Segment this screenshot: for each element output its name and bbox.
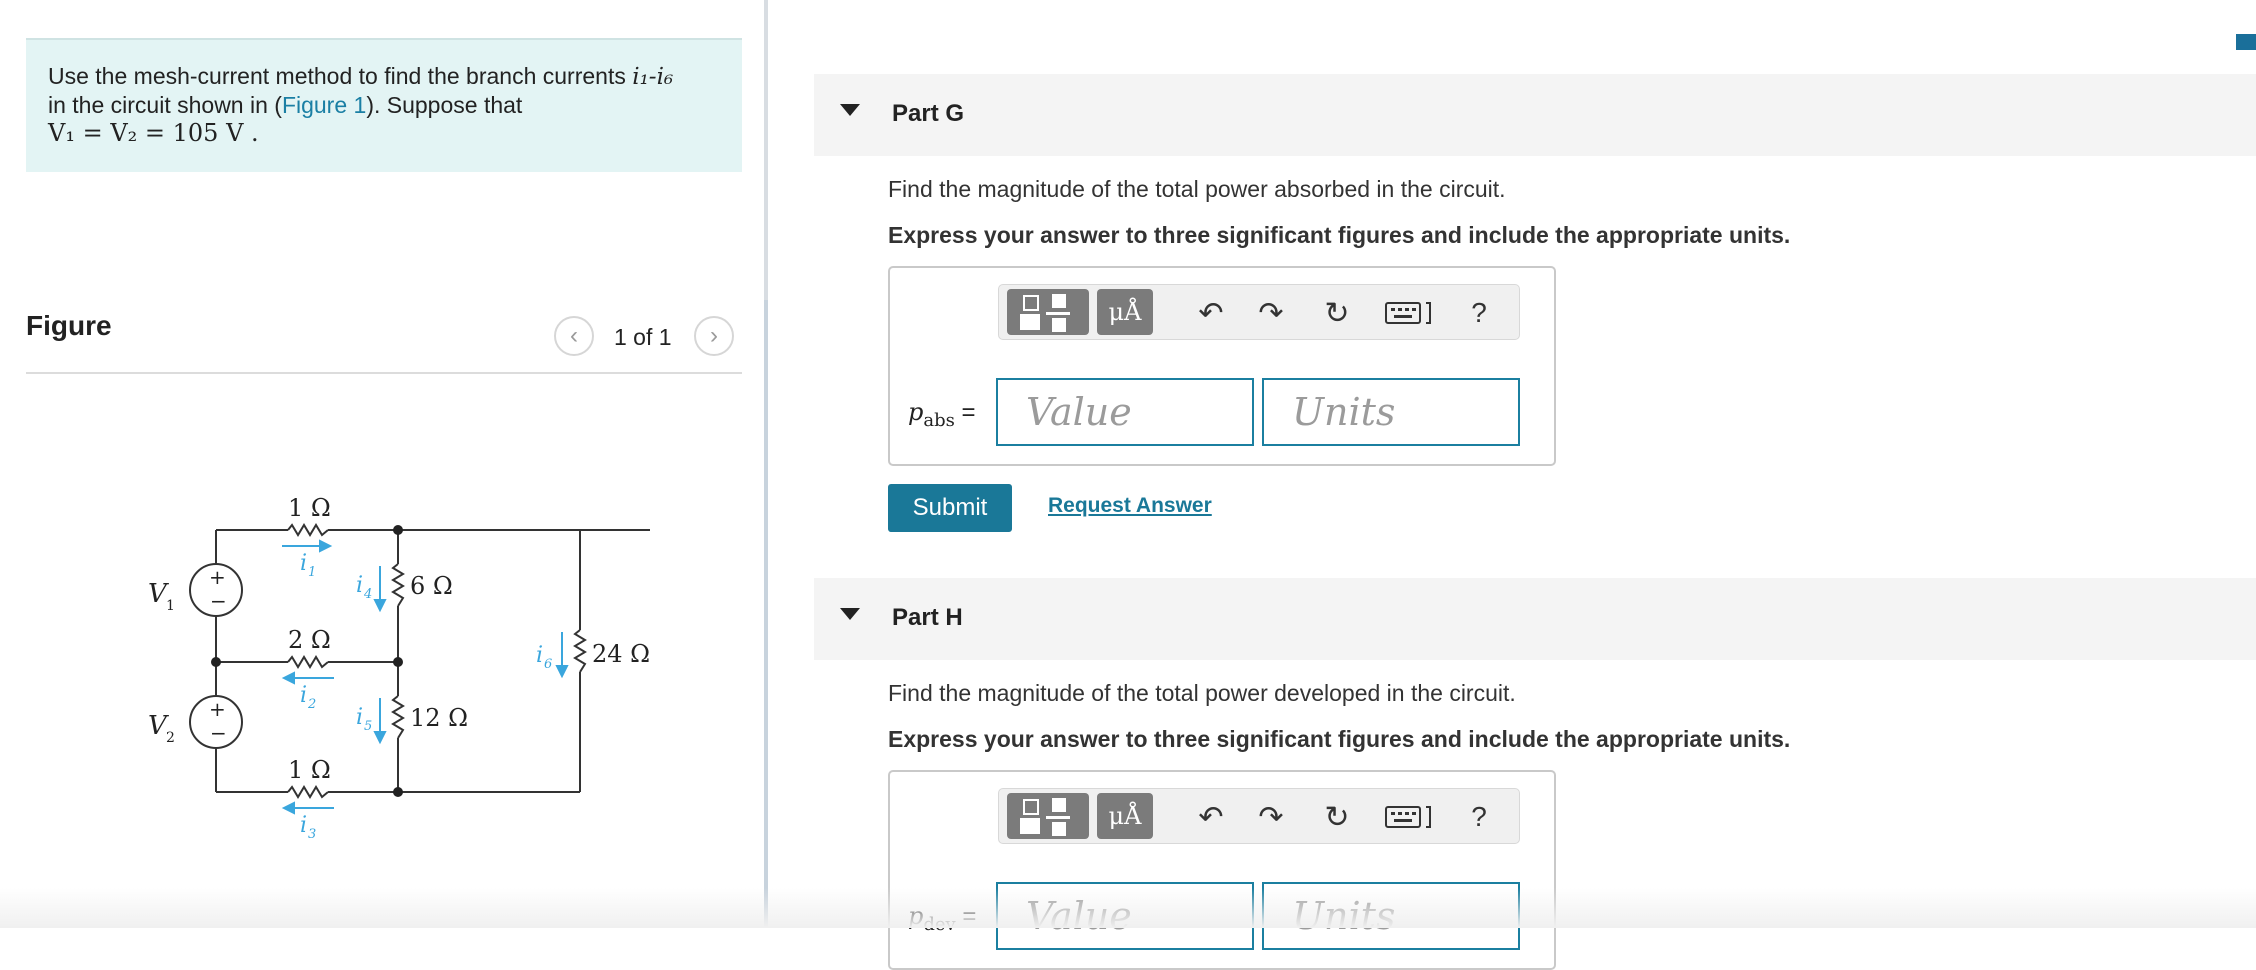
part-g-request-answer-link[interactable]: Request Answer [1048,494,1212,518]
part-g-header[interactable]: Part G [814,74,2256,156]
label-i5-sub: 5 [364,719,372,734]
part-g-var-sub: abs [923,409,955,431]
resistor-r3 [287,785,329,799]
label-v1-sub: 1 [166,598,175,614]
label-i6-sub: 6 [544,657,552,672]
v1-minus-sign: − [210,589,227,613]
keyboard-icon[interactable] [1379,797,1439,837]
help-icon[interactable]: ? [1459,797,1499,837]
label-i3: i [300,813,307,838]
problem-line-2: in the circuit shown in (Figure 1). Supp… [48,91,720,119]
label-i1: i [300,551,307,576]
label-i1-sub: 1 [308,565,316,580]
label-r2: 2 Ω [288,626,331,654]
part-g-equals: = [961,399,976,426]
label-v2-sub: 2 [166,730,175,746]
figure-next-button[interactable]: › [694,316,734,356]
problem-condition: V₁ = V₂ = 105 V . [48,119,259,147]
label-r3: 1 Ω [288,756,331,784]
currents-range: i₁-i₆ [632,64,674,90]
part-g-answer-box: μÅ ↶ ↷ ↻ ? pabs = Value Units [888,266,1556,466]
v1-plus-sign: + [209,565,226,589]
circuit-wires [215,529,650,793]
label-i4: i [356,573,363,598]
part-g-var: p [908,398,924,426]
panel-divider-accent [764,300,768,928]
problem-text-2: in the circuit shown in ( [48,92,282,118]
part-h-title: Part H [892,604,963,631]
units-button[interactable]: μÅ [1097,289,1153,335]
label-i4-sub: 4 [363,587,372,602]
chevron-right-icon: › [710,322,718,349]
templates-icon [1020,294,1070,332]
caret-down-icon [840,608,860,620]
part-g-instruction: Express your answer to three significant… [888,222,1791,248]
help-icon[interactable]: ? [1459,293,1499,333]
label-r4: 6 Ω [410,572,453,600]
redo-icon[interactable]: ↷ [1251,797,1291,837]
keyboard-glyph [1385,302,1431,324]
reset-icon[interactable]: ↻ [1317,797,1357,837]
part-g-variable-label: pabs = [908,398,976,431]
label-i2: i [300,683,307,708]
part-h-answer-box: μÅ ↶ ↷ ↻ ? pdev = Value Units [888,770,1556,970]
templates-button[interactable] [1007,289,1089,335]
chevron-left-icon: ‹ [570,322,578,349]
templates-button[interactable] [1007,793,1089,839]
label-r6: 24 Ω [592,640,650,668]
label-r1: 1 Ω [288,494,331,522]
resistor-r2 [287,655,329,669]
problem-text: Use the mesh-current method to find the … [48,63,633,89]
label-i3-sub: 3 [308,827,316,842]
caret-down-icon [840,104,860,116]
circuit-diagram: 1 Ω 2 Ω 1 Ω 6 Ω 12 Ω 24 Ω V 1 V 2 + − + … [148,494,650,842]
part-h-header[interactable]: Part H [814,578,2256,660]
problem-statement: Use the mesh-current method to find the … [26,38,742,172]
bottom-shade [0,888,2256,928]
label-r5: 12 Ω [410,704,468,732]
undo-icon[interactable]: ↶ [1191,797,1231,837]
figure-title: Figure [26,310,112,341]
problem-line-1: Use the mesh-current method to find the … [48,62,720,91]
left-panel: Use the mesh-current method to find the … [0,0,764,928]
v2-minus-sign: − [210,721,227,745]
undo-icon[interactable]: ↶ [1191,293,1231,333]
templates-icon [1020,798,1070,836]
resistor-r5 [391,695,405,739]
part-g-submit-button[interactable]: Submit [888,484,1012,532]
problem-text-3: ). Suppose that [366,92,523,118]
resistor-r4 [391,563,405,607]
label-i2-sub: 2 [307,697,316,712]
bookmark-icon[interactable] [2236,34,2256,50]
part-g-toolbar: μÅ ↶ ↷ ↻ ? [998,284,1520,340]
label-i6: i [536,643,543,668]
figure-prev-button[interactable]: ‹ [554,316,594,356]
units-button[interactable]: μÅ [1097,793,1153,839]
redo-icon[interactable]: ↷ [1251,293,1291,333]
part-g-value-input[interactable]: Value [996,378,1254,446]
part-h-instruction: Express your answer to three significant… [888,726,1791,752]
keyboard-icon[interactable] [1379,293,1439,333]
resistor-r6 [573,629,587,673]
figure-counter: 1 of 1 [614,324,672,350]
resistor-r1 [287,523,329,537]
part-g-prompt: Find the magnitude of the total power ab… [888,176,1506,202]
figure-link[interactable]: Figure 1 [282,92,366,118]
part-g-units-input[interactable]: Units [1262,378,1520,446]
reset-icon[interactable]: ↻ [1317,293,1357,333]
part-g-title: Part G [892,100,965,127]
label-i5: i [356,705,363,730]
figure-divider [26,372,742,374]
v2-plus-sign: + [209,697,226,721]
part-h-toolbar: μÅ ↶ ↷ ↻ ? [998,788,1520,844]
keyboard-glyph [1385,806,1431,828]
part-h-prompt: Find the magnitude of the total power de… [888,680,1516,706]
